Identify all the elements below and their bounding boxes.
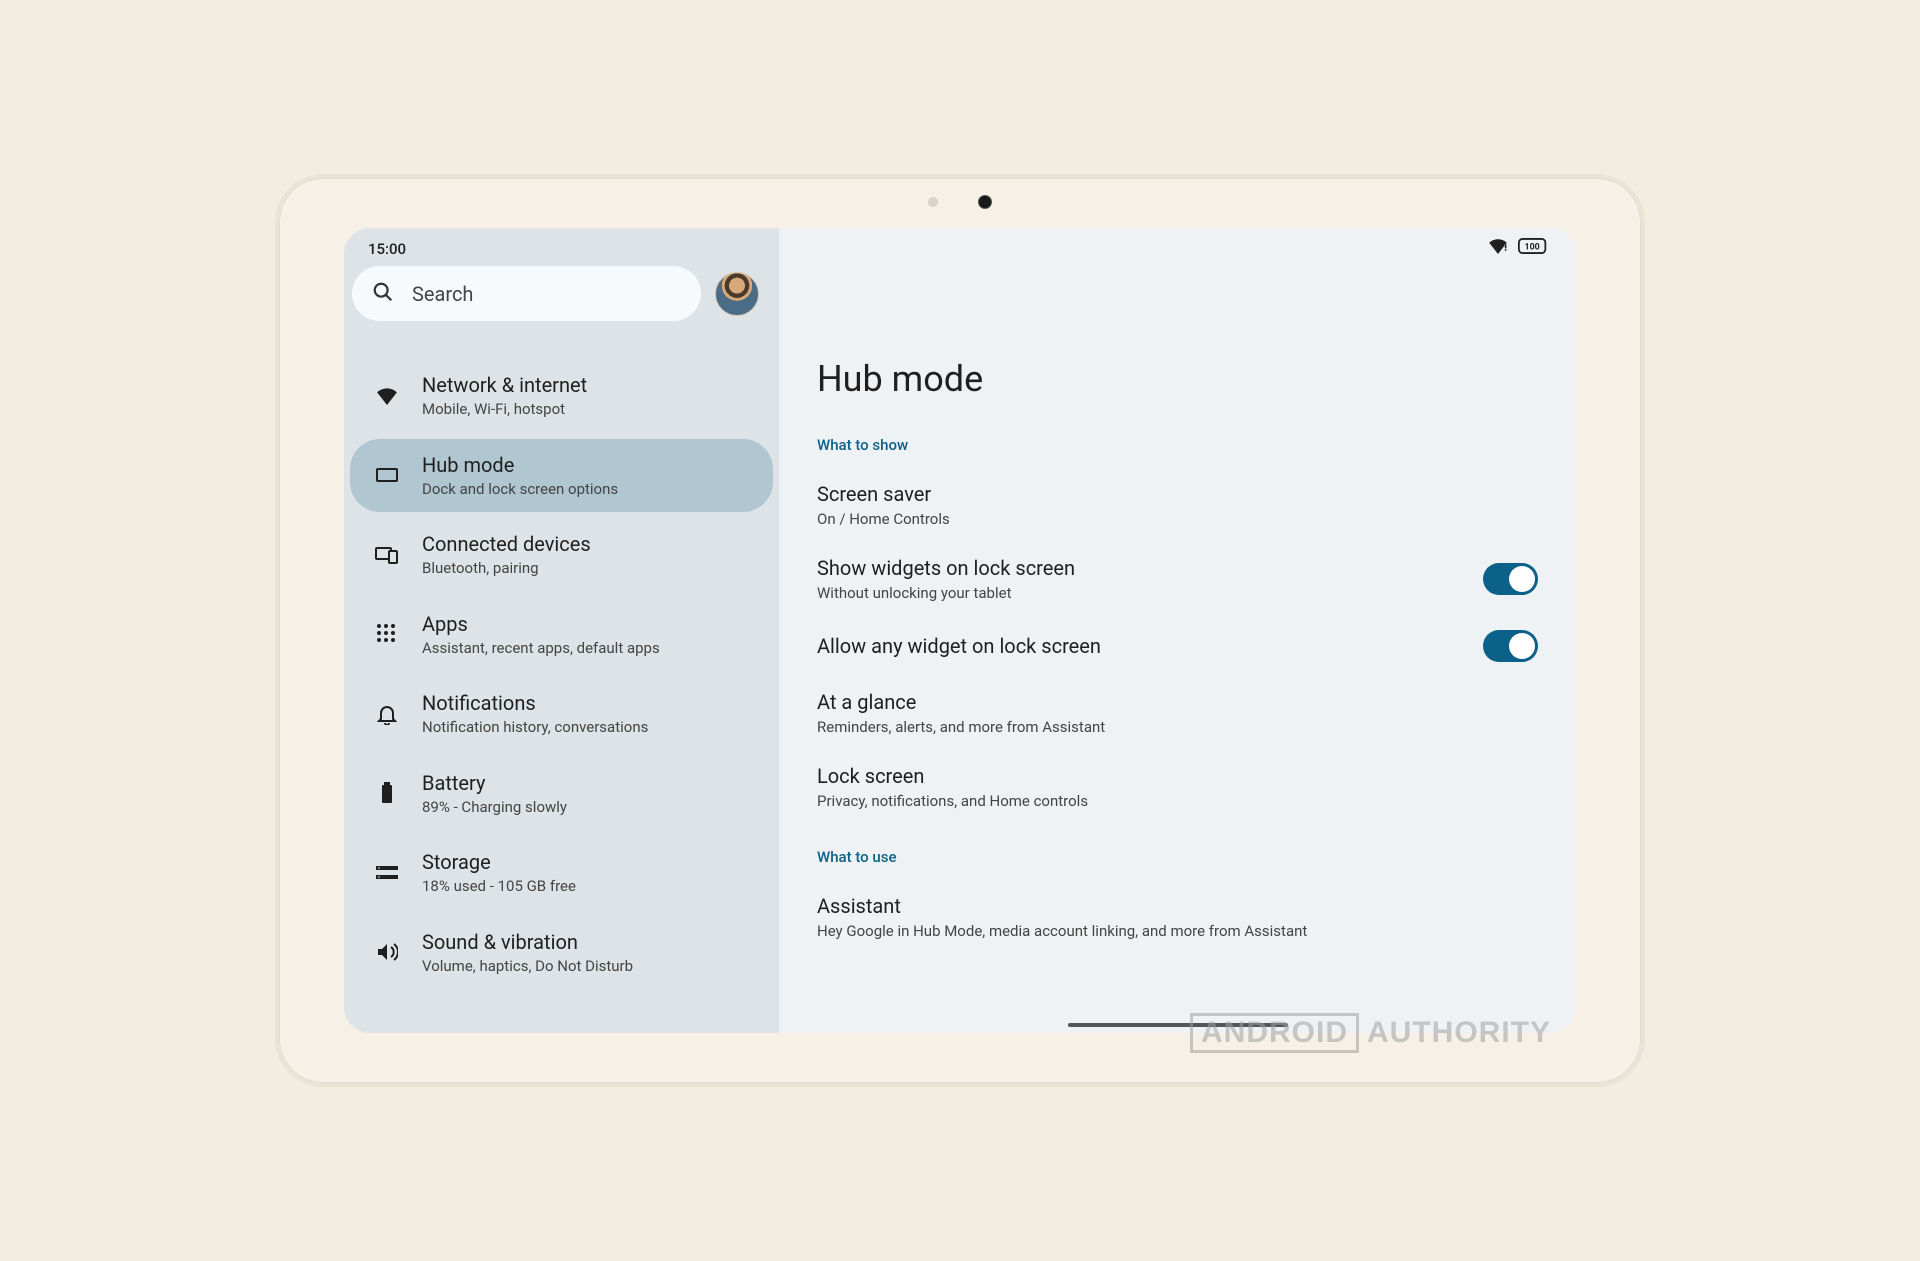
row-title: Assistant [817,894,1307,918]
row-subtitle: Privacy, notifications, and Home control… [817,792,1088,810]
sidebar-item-title: Sound & vibration [422,929,633,955]
row-title: Show widgets on lock screen [817,556,1075,580]
sidebar-item-subtitle: Assistant, recent apps, default apps [422,639,660,659]
row-subtitle: Reminders, alerts, and more from Assista… [817,718,1105,736]
section-header: What to show [817,436,1538,454]
ambient-sensor-icon [928,197,938,207]
toggle-switch[interactable] [1483,563,1538,595]
settings-row[interactable]: Screen saver On / Home Controls [817,468,1538,542]
sidebar-item-subtitle: 89% - Charging slowly [422,798,567,818]
settings-row[interactable]: Allow any widget on lock screen [817,616,1538,676]
sidebar-item-subtitle: Dock and lock screen options [422,480,618,500]
settings-row[interactable]: At a glance Reminders, alerts, and more f… [817,676,1538,750]
sidebar-item-subtitle: 18% used - 105 GB free [422,877,576,897]
sidebar-item-sound[interactable]: Sound & vibrationVolume, haptics, Do Not… [350,916,773,990]
sound-icon [374,942,400,962]
sidebar-item-subtitle: Bluetooth, pairing [422,559,591,579]
settings-row[interactable]: Assistant Hey Google in Hub Mode, media a… [817,880,1538,954]
search-placeholder: Search [412,282,473,306]
sidebar-item-devices[interactable]: Connected devicesBluetooth, pairing [350,518,773,592]
camera-strip [279,194,1641,210]
battery-icon [374,782,400,804]
sidebar-item-title: Connected devices [422,531,591,557]
settings-sidebar: Search Network & internetMobile, Wi-Fi, … [344,228,779,1033]
wifi-icon [374,387,400,405]
sidebar-item-title: Battery [422,770,567,796]
page-title: Hub mode [817,358,1538,400]
sidebar-item-title: Network & internet [422,372,587,398]
row-subtitle: Without unlocking your tablet [817,584,1075,602]
status-time: 15:00 [368,240,406,258]
sidebar-item-title: Apps [422,611,660,637]
device-bezel: 15:00 100 [275,174,1645,1087]
storage-icon [374,865,400,881]
toggle-switch[interactable] [1483,630,1538,662]
sidebar-item-subtitle: Volume, haptics, Do Not Disturb [422,957,633,977]
row-subtitle: On / Home Controls [817,510,950,528]
sidebar-nav-list: Network & internetMobile, Wi-Fi, hotspot… [344,353,779,995]
settings-row[interactable]: Show widgets on lock screen Without unloc… [817,542,1538,616]
sidebar-item-subtitle: Notification history, conversations [422,718,648,738]
row-subtitle: Hey Google in Hub Mode, media account li… [817,922,1307,940]
screen: 15:00 100 [344,228,1576,1033]
bell-icon [374,703,400,725]
sidebar-item-title: Hub mode [422,452,618,478]
sidebar-item-subtitle: Mobile, Wi-Fi, hotspot [422,400,587,420]
front-camera-icon [978,195,992,209]
sidebar-item-title: Storage [422,849,576,875]
devices-icon [374,546,400,564]
profile-avatar[interactable] [715,272,759,316]
detail-pane: Hub mode What to show Screen saver On / Ho… [779,228,1576,1033]
sidebar-item-hub[interactable]: Hub modeDock and lock screen options [350,439,773,513]
section-header: What to use [817,848,1538,866]
hub-icon [374,466,400,484]
settings-row[interactable]: Lock screen Privacy, notifications, and H… [817,750,1538,824]
sidebar-item-wifi[interactable]: Network & internetMobile, Wi-Fi, hotspot [350,359,773,433]
row-title: Screen saver [817,482,950,506]
apps-icon [374,624,400,644]
sidebar-item-bell[interactable]: NotificationsNotification history, conve… [350,677,773,751]
sidebar-item-title: Notifications [422,690,648,716]
gesture-nav-bar[interactable] [1068,1023,1288,1027]
sidebar-item-apps[interactable]: AppsAssistant, recent apps, default apps [350,598,773,672]
row-title: At a glance [817,690,1105,714]
sidebar-item-battery[interactable]: Battery89% - Charging slowly [350,757,773,831]
search-input[interactable]: Search [352,266,701,321]
sidebar-item-storage[interactable]: Storage18% used - 105 GB free [350,836,773,910]
row-title: Lock screen [817,764,1088,788]
search-icon [372,281,394,307]
row-title: Allow any widget on lock screen [817,634,1101,658]
